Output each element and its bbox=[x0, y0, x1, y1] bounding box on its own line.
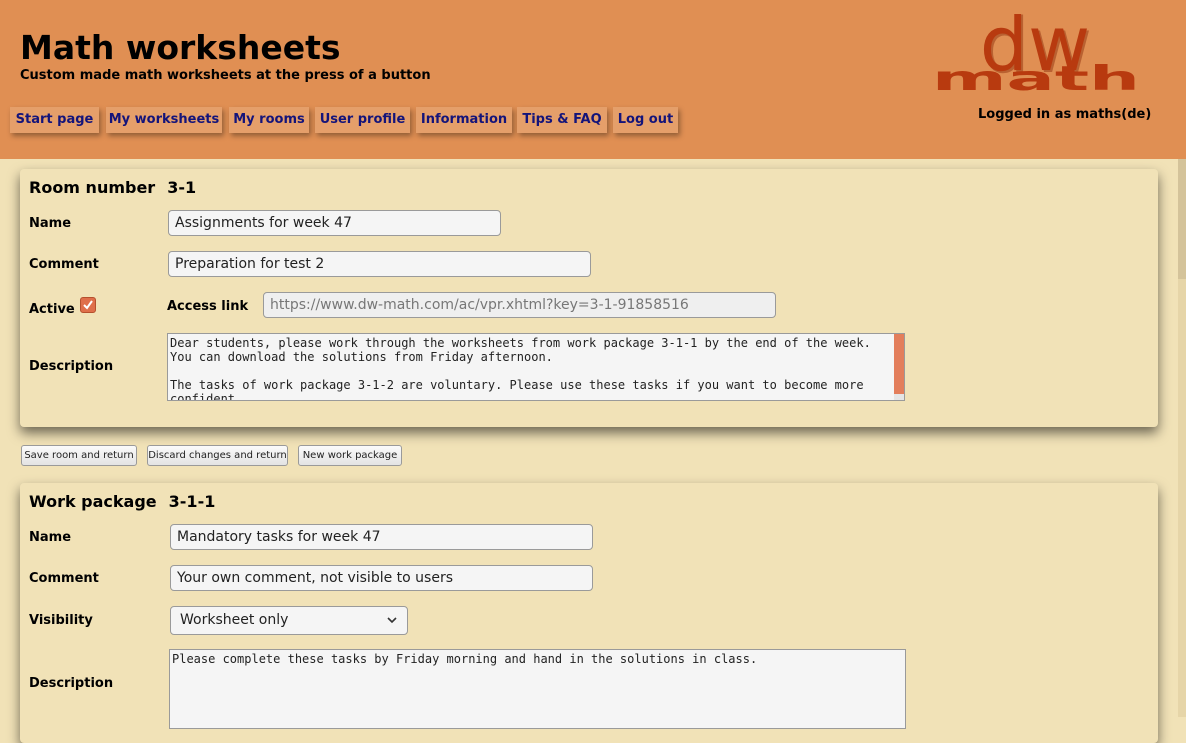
wp-description-textarea[interactable]: Please complete these tasks by Friday mo… bbox=[169, 649, 906, 729]
room-heading-label: Room number bbox=[29, 178, 156, 197]
nav-my-rooms[interactable]: My rooms bbox=[229, 107, 309, 133]
discard-changes-button[interactable]: Discard changes and return bbox=[147, 445, 288, 466]
work-package-heading: Work package 3-1-1 bbox=[29, 492, 215, 511]
room-comment-label: Comment bbox=[29, 257, 99, 272]
nav-my-worksheets[interactable]: My worksheets bbox=[106, 107, 222, 133]
wp-visibility-select[interactable]: Worksheet only bbox=[170, 606, 408, 635]
room-number: 3-1 bbox=[167, 178, 197, 197]
wp-name-label: Name bbox=[29, 530, 72, 545]
room-comment-input[interactable] bbox=[168, 251, 591, 277]
room-description-scroll-thumb[interactable] bbox=[894, 334, 904, 394]
checkmark-icon bbox=[83, 300, 93, 310]
wp-comment-input[interactable] bbox=[170, 565, 593, 591]
room-card: Room number 3-1 Name Comment Active Acces… bbox=[20, 169, 1158, 427]
nav-user-profile[interactable]: User profile bbox=[315, 107, 410, 133]
work-package-heading-label: Work package bbox=[29, 492, 157, 511]
nav-information[interactable]: Information bbox=[416, 107, 512, 133]
site-subtitle: Custom made math worksheets at the press… bbox=[20, 68, 431, 83]
wp-comment-label: Comment bbox=[29, 571, 99, 586]
room-heading: Room number 3-1 bbox=[29, 178, 196, 197]
dw-math-logo: dw dw math bbox=[932, 14, 1140, 94]
work-package-number: 3-1-1 bbox=[168, 492, 216, 511]
room-description-label: Description bbox=[29, 359, 114, 374]
room-name-input[interactable] bbox=[168, 210, 501, 236]
new-work-package-button[interactable]: New work package bbox=[298, 445, 402, 466]
nav-log-out[interactable]: Log out bbox=[613, 107, 678, 133]
save-room-button[interactable]: Save room and return bbox=[21, 445, 137, 466]
room-name-label: Name bbox=[29, 216, 72, 231]
nav-start-page[interactable]: Start page bbox=[10, 107, 99, 133]
chevron-down-icon bbox=[387, 617, 397, 624]
wp-description-label: Description bbox=[29, 676, 114, 691]
wp-name-input[interactable] bbox=[170, 524, 593, 550]
work-package-card: Work package 3-1-1 Name Comment Visibilit… bbox=[20, 483, 1158, 743]
site-title: Math worksheets bbox=[20, 28, 341, 67]
wp-visibility-value: Worksheet only bbox=[180, 612, 289, 628]
access-link-input[interactable] bbox=[263, 292, 776, 318]
room-description-textarea[interactable]: Dear students, please work through the w… bbox=[167, 333, 905, 401]
wp-visibility-label: Visibility bbox=[29, 613, 93, 628]
page-scrollbar-thumb[interactable] bbox=[1178, 159, 1186, 279]
room-active-label: Active bbox=[29, 302, 75, 317]
site-header: Math worksheets Custom made math workshe… bbox=[0, 0, 1186, 159]
logged-in-status: Logged in as maths(de) bbox=[978, 107, 1152, 122]
logo-bottom: math bbox=[932, 59, 1140, 94]
nav-tips-faq[interactable]: Tips & FAQ bbox=[517, 107, 607, 133]
access-link-label: Access link bbox=[167, 299, 249, 314]
room-active-checkbox[interactable] bbox=[80, 297, 96, 313]
